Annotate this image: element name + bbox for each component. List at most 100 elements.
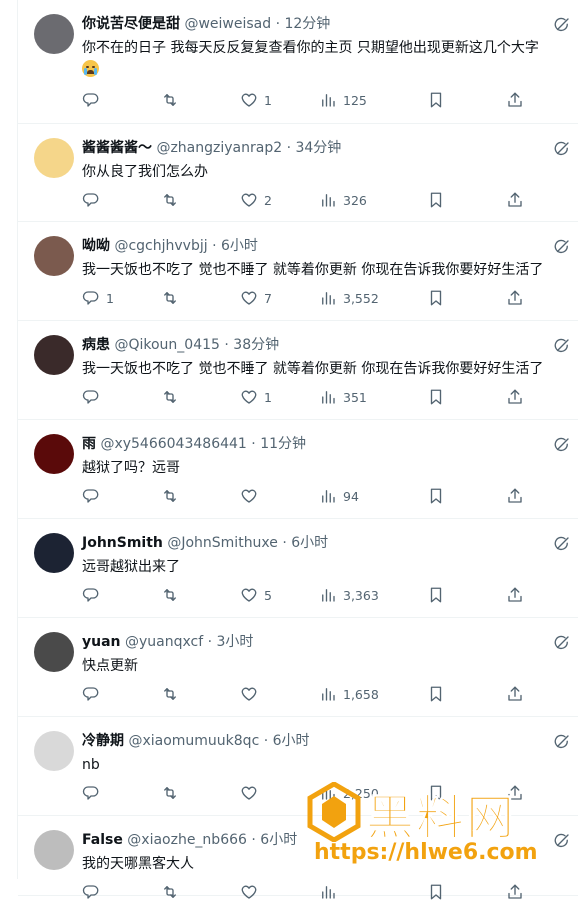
- bookmark-button[interactable]: [427, 287, 445, 309]
- like-button[interactable]: [240, 881, 264, 903]
- user-name[interactable]: 酱酱酱酱〜: [82, 140, 152, 156]
- views-button[interactable]: 3,552: [319, 287, 379, 309]
- like-button[interactable]: [240, 485, 264, 507]
- reply-button[interactable]: [82, 881, 106, 903]
- bookmark-button[interactable]: [427, 485, 445, 507]
- reply-button[interactable]: 1: [82, 287, 114, 309]
- views-button[interactable]: [319, 881, 343, 903]
- views-button[interactable]: 2,250: [319, 782, 379, 804]
- grok-button[interactable]: [553, 337, 571, 355]
- tweet[interactable]: 你说苦尽便是甜 @weiweisad · 12分钟 你不在的日子 我每天反反复复查…: [18, 0, 578, 124]
- grok-button[interactable]: [553, 16, 571, 34]
- retweet-button[interactable]: [161, 782, 185, 804]
- reply-button[interactable]: [82, 683, 106, 705]
- views-button[interactable]: 125: [319, 89, 367, 111]
- grok-button[interactable]: [553, 832, 571, 850]
- share-button[interactable]: [506, 782, 524, 804]
- user-name[interactable]: 雨: [82, 436, 96, 452]
- retweet-button[interactable]: [161, 189, 185, 211]
- avatar[interactable]: [34, 138, 74, 178]
- retweet-button[interactable]: [161, 584, 185, 606]
- share-button[interactable]: [506, 683, 524, 705]
- tweet[interactable]: JohnSmith @JohnSmithuxe · 6小时 远哥越狱出来了 5 3,3…: [18, 519, 578, 618]
- views-button[interactable]: 326: [319, 189, 367, 211]
- like-button[interactable]: [240, 782, 264, 804]
- avatar[interactable]: [34, 632, 74, 672]
- reply-button[interactable]: [82, 189, 106, 211]
- avatar[interactable]: [34, 830, 74, 870]
- bookmark-button[interactable]: [427, 584, 445, 606]
- user-name[interactable]: 呦呦: [82, 238, 110, 254]
- user-handle[interactable]: @JohnSmithuxe: [167, 535, 278, 551]
- bookmark-button[interactable]: [427, 89, 445, 111]
- views-button[interactable]: 351: [319, 386, 367, 408]
- grok-button[interactable]: [553, 436, 571, 454]
- reply-button[interactable]: [82, 485, 106, 507]
- grok-button[interactable]: [553, 733, 571, 751]
- timestamp[interactable]: 3小时: [217, 634, 254, 650]
- user-handle[interactable]: @xiaozhe_nb666: [127, 832, 247, 848]
- avatar[interactable]: [34, 434, 74, 474]
- timestamp[interactable]: 11分钟: [260, 436, 306, 452]
- grok-button[interactable]: [553, 238, 571, 256]
- grok-button[interactable]: [553, 634, 571, 652]
- tweet[interactable]: 冷静期 @xiaomumuuk8qc · 6小时 nb 2,250: [18, 717, 578, 816]
- share-button[interactable]: [506, 89, 524, 111]
- retweet-button[interactable]: [161, 89, 185, 111]
- share-button[interactable]: [506, 287, 524, 309]
- user-name[interactable]: yuan: [82, 634, 121, 650]
- like-button[interactable]: 1: [240, 89, 272, 111]
- timestamp[interactable]: 34分钟: [295, 140, 341, 156]
- timestamp[interactable]: 6小时: [260, 832, 297, 848]
- tweet[interactable]: False @xiaozhe_nb666 · 6小时 我的天哪黑客大人: [18, 816, 578, 900]
- bookmark-button[interactable]: [427, 881, 445, 903]
- user-handle[interactable]: @zhangziyanrap2: [156, 140, 282, 156]
- user-name[interactable]: JohnSmith: [82, 535, 163, 551]
- share-button[interactable]: [506, 485, 524, 507]
- avatar[interactable]: [34, 335, 74, 375]
- retweet-button[interactable]: [161, 485, 185, 507]
- bookmark-button[interactable]: [427, 189, 445, 211]
- user-name[interactable]: False: [82, 832, 123, 848]
- reply-button[interactable]: [82, 584, 106, 606]
- timestamp[interactable]: 12分钟: [284, 16, 330, 32]
- timestamp[interactable]: 6小时: [221, 238, 258, 254]
- user-handle[interactable]: @yuanqxcf: [125, 634, 203, 650]
- avatar[interactable]: [34, 533, 74, 573]
- views-button[interactable]: 94: [319, 485, 359, 507]
- retweet-button[interactable]: [161, 683, 185, 705]
- avatar[interactable]: [34, 14, 74, 54]
- user-name[interactable]: 病患: [82, 337, 110, 353]
- tweet[interactable]: 呦呦 @cgchjhvvbjj · 6小时 我一天饭也不吃了 觉也不睡了 就等着你…: [18, 222, 578, 321]
- tweet[interactable]: 病患 @Qikoun_0415 · 38分钟 我一天饭也不吃了 觉也不睡了 就等着…: [18, 321, 578, 420]
- user-handle[interactable]: @cgchjhvvbjj: [114, 238, 207, 254]
- user-handle[interactable]: @Qikoun_0415: [114, 337, 219, 353]
- grok-button[interactable]: [553, 535, 571, 553]
- reply-button[interactable]: [82, 782, 106, 804]
- timestamp[interactable]: 38分钟: [233, 337, 279, 353]
- share-button[interactable]: [506, 881, 524, 903]
- tweet[interactable]: yuan @yuanqxcf · 3小时 快点更新 1,658: [18, 618, 578, 717]
- avatar[interactable]: [34, 236, 74, 276]
- bookmark-button[interactable]: [427, 386, 445, 408]
- user-handle[interactable]: @xy5466043486441: [100, 436, 246, 452]
- like-button[interactable]: [240, 683, 264, 705]
- retweet-button[interactable]: [161, 287, 185, 309]
- timestamp[interactable]: 6小时: [291, 535, 328, 551]
- user-handle[interactable]: @xiaomumuuk8qc: [128, 733, 259, 749]
- tweet[interactable]: 酱酱酱酱〜 @zhangziyanrap2 · 34分钟 你从良了我们怎么办 2 32…: [18, 124, 578, 222]
- retweet-button[interactable]: [161, 386, 185, 408]
- tweet[interactable]: 雨 @xy5466043486441 · 11分钟 越狱了吗？远哥 94: [18, 420, 578, 519]
- bookmark-button[interactable]: [427, 683, 445, 705]
- views-button[interactable]: 1,658: [319, 683, 379, 705]
- grok-button[interactable]: [553, 140, 571, 158]
- user-name[interactable]: 你说苦尽便是甜: [82, 16, 180, 32]
- like-button[interactable]: 1: [240, 386, 272, 408]
- like-button[interactable]: 7: [240, 287, 272, 309]
- share-button[interactable]: [506, 584, 524, 606]
- timestamp[interactable]: 6小时: [273, 733, 310, 749]
- like-button[interactable]: 2: [240, 189, 272, 211]
- like-button[interactable]: 5: [240, 584, 272, 606]
- reply-button[interactable]: [82, 386, 106, 408]
- bookmark-button[interactable]: [427, 782, 445, 804]
